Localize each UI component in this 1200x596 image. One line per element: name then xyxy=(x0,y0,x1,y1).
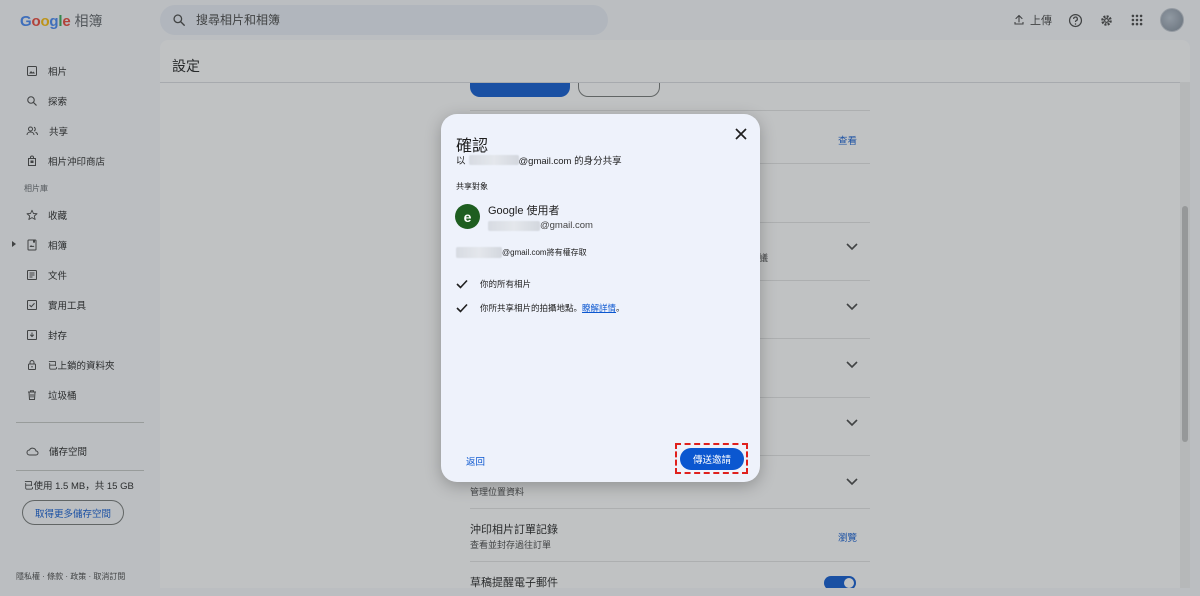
recipient-avatar: e xyxy=(455,204,480,229)
recipient-name: Google 使用者 xyxy=(488,205,560,217)
check-icon xyxy=(456,279,468,289)
access-notice: @gmail.com將有權存取 xyxy=(456,247,587,258)
send-invite-button[interactable]: 傳送邀請 xyxy=(680,448,744,470)
redacted-email xyxy=(468,155,519,165)
permission-text: 你的所有相片 xyxy=(480,279,532,289)
access-suffix: @gmail.com將有權存取 xyxy=(502,248,587,257)
dialog-subtitle: 以 @gmail.com 的身分共享 xyxy=(456,153,622,167)
redacted-email xyxy=(488,220,540,231)
subtitle-suffix: @gmail.com 的身分共享 xyxy=(518,156,622,167)
subtitle-prefix: 以 xyxy=(456,156,466,167)
permission-item: 你所共享相片的拍攝地點。瞭解詳情。 xyxy=(456,302,625,314)
recipient: e Google 使用者 @gmail.com xyxy=(455,202,593,231)
permission-item: 你的所有相片 xyxy=(456,278,531,290)
recipient-info: Google 使用者 @gmail.com xyxy=(488,202,593,231)
confirm-share-dialog: 確認 以 @gmail.com 的身分共享 共享對象 e Google 使用者 … xyxy=(441,114,760,482)
recipient-email: @gmail.com xyxy=(488,220,593,231)
check-icon xyxy=(456,303,468,313)
permission-text-end: 。 xyxy=(616,303,625,313)
permission-text: 你所共享相片的拍攝地點。瞭解詳情。 xyxy=(480,302,625,314)
redacted-email xyxy=(456,247,502,258)
learn-more-link[interactable]: 瞭解詳情 xyxy=(582,303,616,313)
recipient-email-suffix: @gmail.com xyxy=(540,220,593,231)
back-button[interactable]: 返回 xyxy=(466,454,485,468)
close-icon[interactable] xyxy=(734,127,748,141)
permission-text-main: 你所共享相片的拍攝地點。 xyxy=(480,303,583,313)
share-with-label: 共享對象 xyxy=(456,182,488,191)
